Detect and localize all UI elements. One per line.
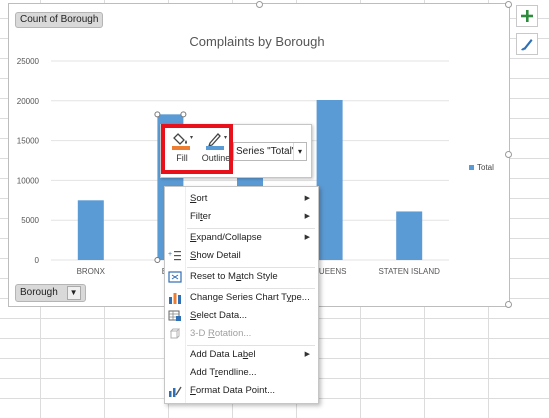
selection-handle[interactable] bbox=[180, 111, 187, 118]
bar-bronx[interactable] bbox=[77, 200, 104, 260]
chart-styles-button[interactable] bbox=[516, 33, 538, 55]
menu-item-add-data-label[interactable]: Add Data Label ▶ bbox=[165, 346, 318, 364]
axis-field-label: Borough bbox=[20, 287, 58, 298]
y-tick-label: 15000 bbox=[17, 137, 40, 146]
selection-handle[interactable] bbox=[154, 111, 161, 118]
value-field-button[interactable]: Count of Borough bbox=[15, 12, 104, 28]
menu-item-add-trendline-label: Add Trendline... bbox=[190, 367, 257, 378]
submenu-arrow-icon: ▶ bbox=[304, 351, 310, 358]
highlight-box bbox=[161, 124, 233, 174]
y-tick-label: 0 bbox=[35, 256, 40, 265]
3d-rotation-icon bbox=[169, 328, 181, 339]
svg-text:+: + bbox=[168, 251, 172, 258]
chart-legend[interactable]: Total bbox=[469, 163, 494, 172]
context-menu: Sort ▶ Filter ▶ Expand/Collapse ▶ + Show… bbox=[164, 186, 319, 404]
menu-item-change-chart-type-label: Change Series Chart Type... bbox=[190, 292, 310, 303]
format-icon bbox=[169, 386, 182, 397]
chart-elements-button[interactable] bbox=[516, 5, 538, 27]
value-field-label: Count of Borough bbox=[20, 14, 99, 25]
plus-icon bbox=[521, 10, 533, 22]
menu-item-add-trendline[interactable]: Add Trendline... bbox=[165, 364, 318, 382]
selection-handle[interactable] bbox=[154, 257, 161, 263]
menu-item-format-data-point-label: Format Data Point... bbox=[190, 385, 276, 396]
menu-item-select-data[interactable]: Select Data... bbox=[165, 307, 318, 325]
bar-chart-icon bbox=[169, 293, 181, 304]
chevron-down-icon[interactable]: ▾ bbox=[293, 143, 306, 160]
chart-title[interactable]: Complaints by Borough bbox=[189, 34, 324, 49]
bar-queens[interactable] bbox=[316, 100, 343, 260]
menu-item-expand-collapse-label: Expand/Collapse bbox=[190, 232, 262, 243]
y-tick-label: 5000 bbox=[21, 216, 39, 225]
brush-icon bbox=[521, 39, 533, 51]
submenu-arrow-icon: ▶ bbox=[304, 234, 310, 241]
menu-item-show-detail-label: Show Detail bbox=[190, 250, 241, 261]
menu-item-filter[interactable]: Filter ▶ bbox=[165, 208, 318, 226]
legend-entry-total[interactable]: Total bbox=[477, 163, 494, 172]
resize-handle-top-right[interactable] bbox=[505, 1, 512, 8]
submenu-arrow-icon: ▶ bbox=[304, 195, 310, 202]
x-tick-label: STATEN ISLAND bbox=[378, 267, 440, 276]
menu-item-reset-style-label: Reset to Match Style bbox=[190, 271, 278, 282]
axis-field-button[interactable]: Borough ▼ bbox=[15, 284, 86, 302]
menu-item-show-detail[interactable]: + Show Detail bbox=[165, 247, 318, 265]
menu-item-filter-label: Filter bbox=[190, 211, 212, 222]
menu-item-expand-collapse[interactable]: Expand/Collapse ▶ bbox=[165, 229, 318, 247]
resize-handle-top[interactable] bbox=[256, 1, 263, 8]
x-tick-label: BRONX bbox=[77, 267, 106, 276]
resize-handle-bottom-right[interactable] bbox=[505, 301, 512, 308]
axis-field-dropdown-icon[interactable]: ▼ bbox=[66, 286, 81, 300]
menu-item-sort[interactable]: Sort ▶ bbox=[165, 190, 318, 208]
reset-style-icon bbox=[168, 271, 182, 283]
legend-swatch bbox=[469, 165, 474, 170]
menu-item-reset-style[interactable]: Reset to Match Style bbox=[165, 268, 318, 286]
show-detail-icon: + bbox=[168, 251, 181, 261]
resize-handle-right[interactable] bbox=[505, 151, 512, 158]
menu-item-add-data-label-label: Add Data Label bbox=[190, 349, 256, 360]
menu-item-change-chart-type[interactable]: Change Series Chart Type... bbox=[165, 289, 318, 307]
menu-item-select-data-label: Select Data... bbox=[190, 310, 248, 321]
select-data-icon bbox=[168, 310, 181, 321]
y-tick-label: 10000 bbox=[17, 176, 40, 185]
bar-staten-island[interactable] bbox=[396, 211, 423, 260]
menu-item-3d-rotation[interactable]: 3-D Rotation... bbox=[165, 325, 318, 343]
y-tick-label: 25000 bbox=[17, 57, 40, 66]
menu-item-sort-label: Sort bbox=[190, 193, 208, 204]
submenu-arrow-icon: ▶ bbox=[304, 213, 310, 220]
chart-element-select[interactable]: Series "Total" F ▾ bbox=[233, 142, 307, 161]
y-tick-label: 20000 bbox=[17, 97, 40, 106]
menu-item-format-data-point[interactable]: Format Data Point... bbox=[165, 382, 318, 400]
menu-item-3d-rotation-label: 3-D Rotation... bbox=[190, 328, 252, 339]
